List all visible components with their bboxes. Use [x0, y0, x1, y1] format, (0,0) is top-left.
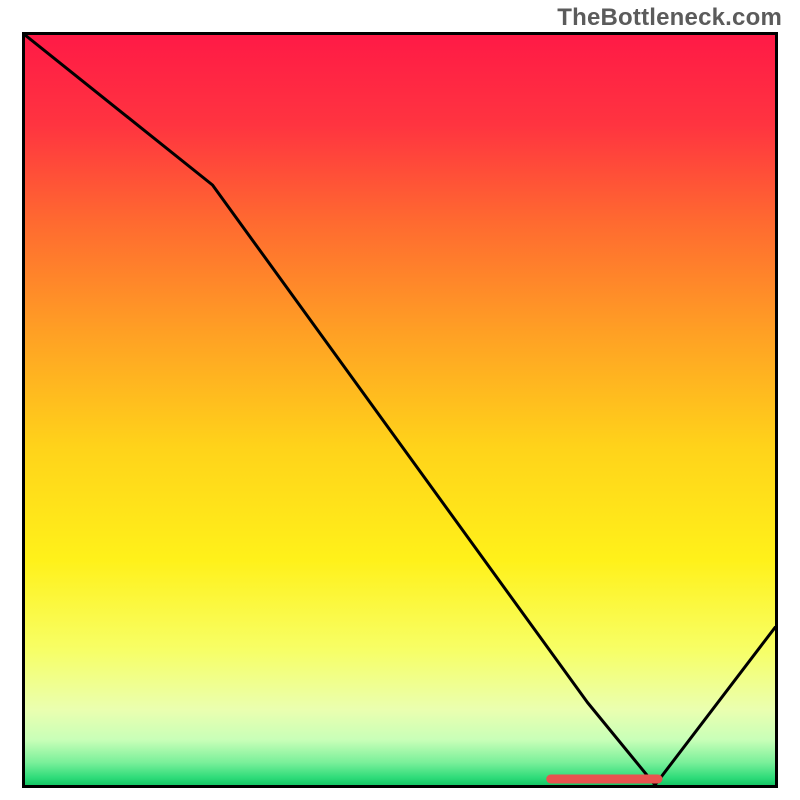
optimum-marker: [25, 35, 775, 785]
watermark-text: TheBottleneck.com: [557, 4, 782, 32]
plot-area: [22, 32, 778, 788]
chart-container: TheBottleneck.com: [0, 0, 800, 800]
